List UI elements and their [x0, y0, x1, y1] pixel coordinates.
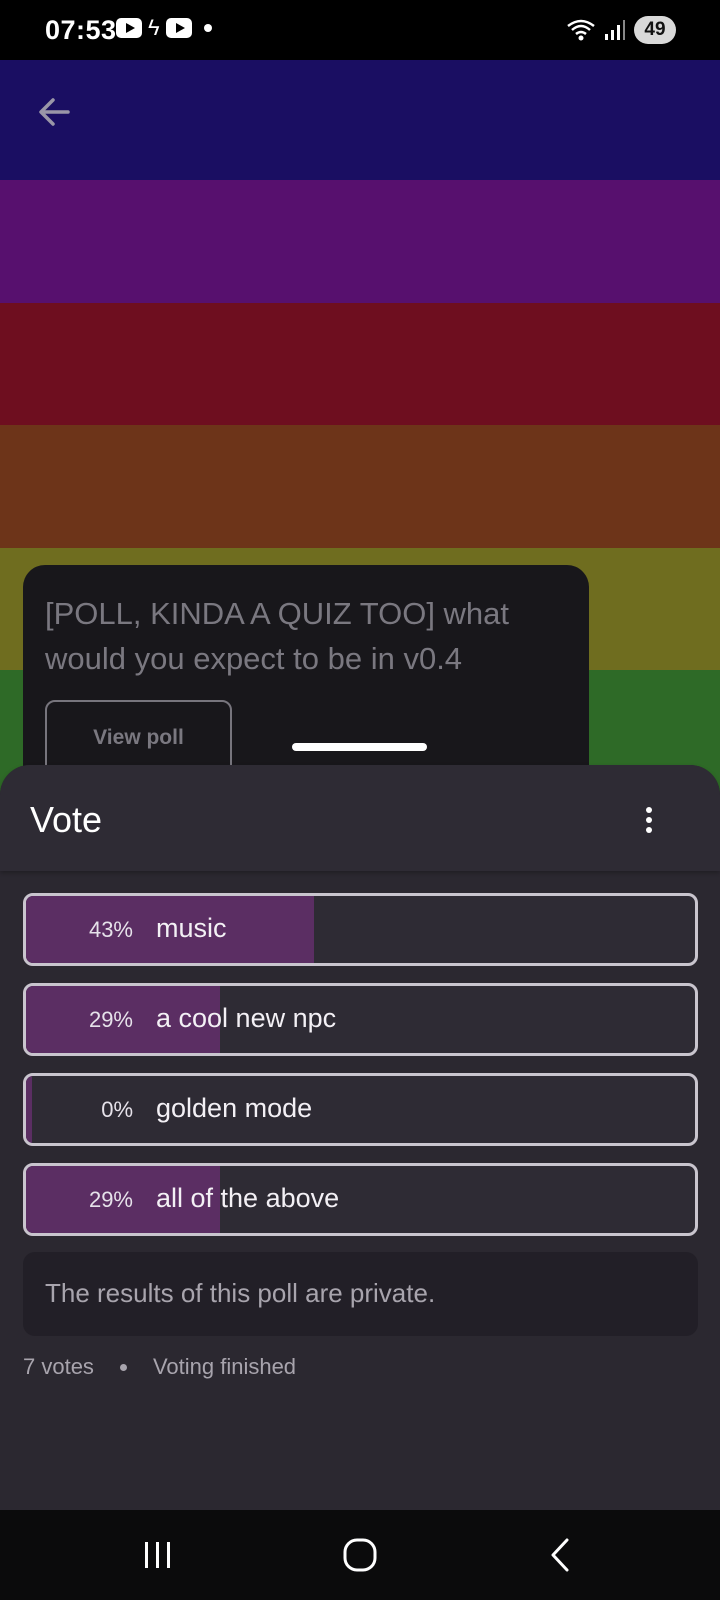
system-nav-bar: [0, 1510, 720, 1600]
poll-option[interactable]: 29% all of the above: [23, 1163, 698, 1236]
separator-dot: [119, 1363, 127, 1371]
sheet-title: Vote: [30, 799, 103, 840]
stripe: [0, 60, 720, 184]
vote-count: 7 votes: [23, 1354, 94, 1379]
poll-option[interactable]: 0% golden mode: [23, 1073, 698, 1146]
status-system-icons: 49: [566, 16, 676, 44]
more-vertical-icon[interactable]: [644, 807, 654, 833]
voting-status: Voting finished: [152, 1354, 297, 1379]
status-time: 07:53: [45, 15, 117, 45]
sheet-drag-handle[interactable]: [292, 743, 427, 751]
youtube-icon: [116, 18, 142, 38]
youtube-icon: [165, 18, 192, 38]
back-icon[interactable]: [537, 1532, 587, 1578]
status-notification-icons: ϟ: [116, 15, 212, 40]
signal-icon: [605, 20, 625, 40]
stripe: [0, 303, 720, 427]
recent-apps-icon[interactable]: [133, 1532, 183, 1578]
poll-option[interactable]: 43% music: [23, 893, 698, 966]
wifi-icon: [567, 19, 595, 41]
poll-option-label: golden mode: [156, 1093, 313, 1123]
stripe: [0, 425, 720, 549]
battery-indicator: 49: [634, 16, 676, 44]
poll-option[interactable]: 29% a cool new npc: [23, 983, 698, 1056]
status-bar: 07:53 ϟ 49: [0, 0, 720, 60]
home-icon[interactable]: [335, 1532, 385, 1578]
arrow-left-icon[interactable]: [34, 92, 74, 132]
poll-option-percent: 0%: [101, 1097, 133, 1122]
post-card[interactable]: [POLL, KINDA A QUIZ TOO] what would you …: [23, 565, 589, 795]
poll-option-percent: 43%: [88, 917, 133, 942]
poll-option-label: all of the above: [156, 1183, 340, 1213]
private-results-text: The results of this poll are private.: [45, 1278, 436, 1308]
poll-option-percent: 29%: [88, 1007, 133, 1032]
poll-meta: 7 votes Voting finished: [23, 1354, 296, 1380]
post-title: [POLL, KINDA A QUIZ TOO] what would you …: [45, 596, 510, 676]
poll-option-label: music: [156, 913, 227, 943]
poll-option-label: a cool new npc: [156, 1003, 337, 1033]
sheet-header: Vote: [0, 765, 720, 871]
private-results-notice: The results of this poll are private.: [23, 1252, 698, 1336]
notification-dot-icon: [203, 24, 212, 32]
stripe: [0, 180, 720, 304]
bolt-icon: ϟ: [148, 15, 160, 40]
poll-option-percent: 29%: [88, 1187, 133, 1212]
